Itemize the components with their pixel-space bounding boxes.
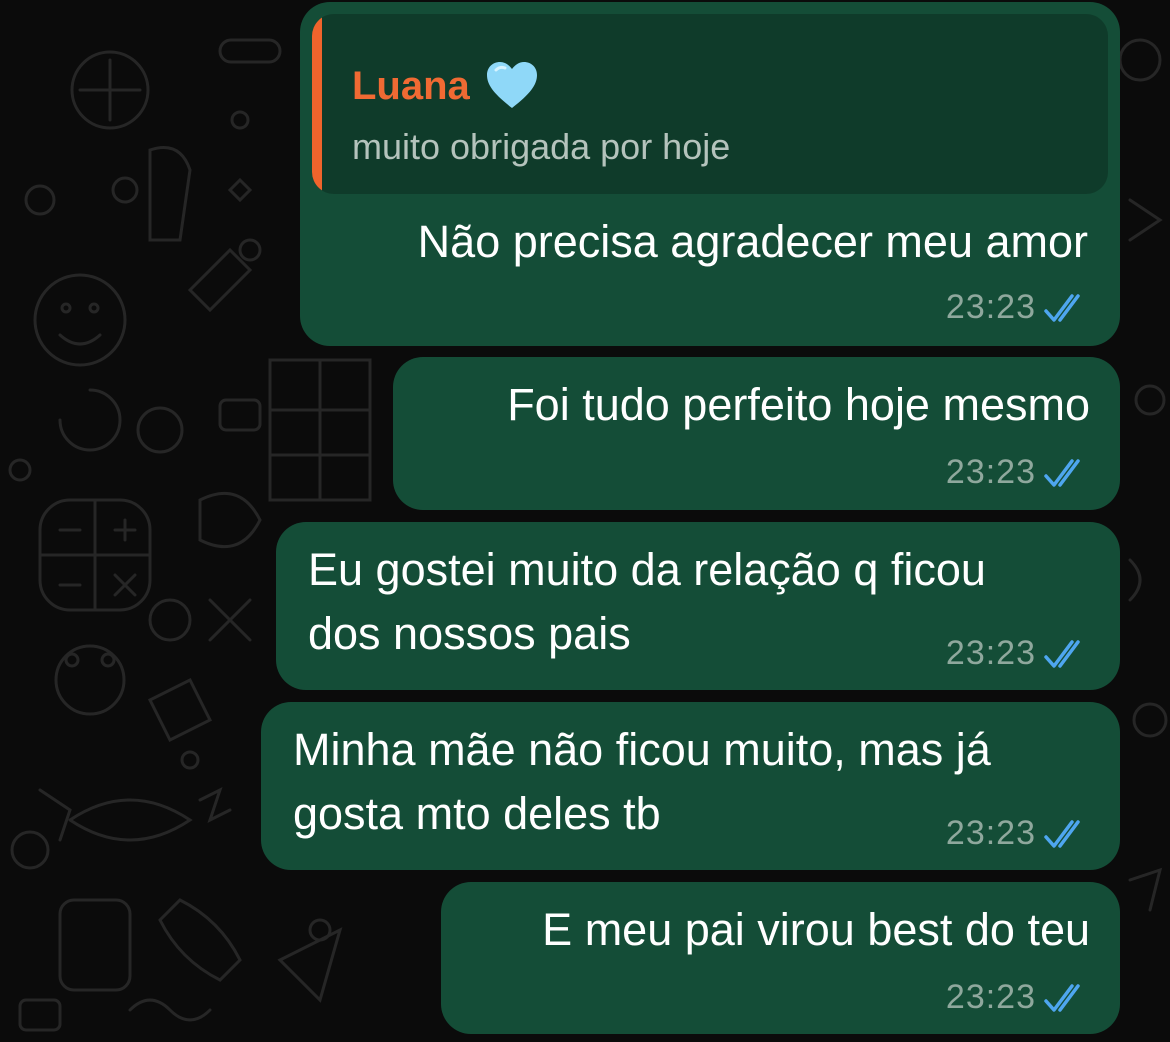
message-time: 23:23: [945, 634, 1036, 672]
message-time: 23:23: [945, 453, 1036, 491]
message-text-line-2: dos nossos pais: [308, 608, 631, 659]
message-bubble[interactable]: Eu gostei muito da relação q ficou dos n…: [276, 522, 1120, 690]
heart-icon: [486, 62, 537, 108]
double-check-read-icon: [1044, 983, 1080, 1012]
double-check-read-icon: [1044, 639, 1080, 668]
quoted-text: muito obrigada por hoje: [352, 126, 731, 167]
message-text-line-1: Eu gostei muito da relação q ficou: [308, 544, 986, 595]
message-time: 23:23: [945, 814, 1036, 852]
message-text: E meu pai virou best do teu: [542, 904, 1090, 955]
quoted-author-name: Luana: [352, 63, 470, 108]
message-meta: 23:23: [946, 453, 1092, 492]
chat-area[interactable]: Luana muito obrigada por hoje Não precis…: [0, 0, 1170, 1042]
message-bubble[interactable]: Foi tudo perfeito hoje mesmo 23:23: [393, 357, 1120, 510]
message-text: Foi tudo perfeito hoje mesmo: [507, 379, 1090, 430]
double-check-read-icon: [1044, 458, 1080, 487]
message-text-line-1: Minha mãe não ficou muito, mas já: [293, 724, 991, 775]
double-check-read-icon: [1044, 293, 1080, 322]
message-bubble-reply[interactable]: Luana muito obrigada por hoje Não precis…: [300, 2, 1120, 346]
quote-accent-bar: [312, 14, 322, 194]
quoted-author: Luana: [352, 58, 540, 114]
message-time: 23:23: [945, 978, 1036, 1016]
message-time: 23:23: [945, 288, 1036, 326]
message-bubble[interactable]: Minha mãe não ficou muito, mas já gosta …: [261, 702, 1120, 870]
message-meta: 23:23: [946, 634, 1092, 673]
double-check-read-icon: [1044, 819, 1080, 848]
message-meta: 23:23: [946, 288, 1092, 327]
quoted-message[interactable]: Luana muito obrigada por hoje: [312, 14, 1108, 194]
message-meta: 23:23: [946, 814, 1092, 853]
message-text: Não precisa agradecer meu amor: [417, 216, 1088, 267]
message-meta: 23:23: [946, 978, 1092, 1017]
message-bubble[interactable]: E meu pai virou best do teu 23:23: [441, 882, 1120, 1034]
message-text-line-2: gosta mto deles tb: [293, 788, 661, 839]
